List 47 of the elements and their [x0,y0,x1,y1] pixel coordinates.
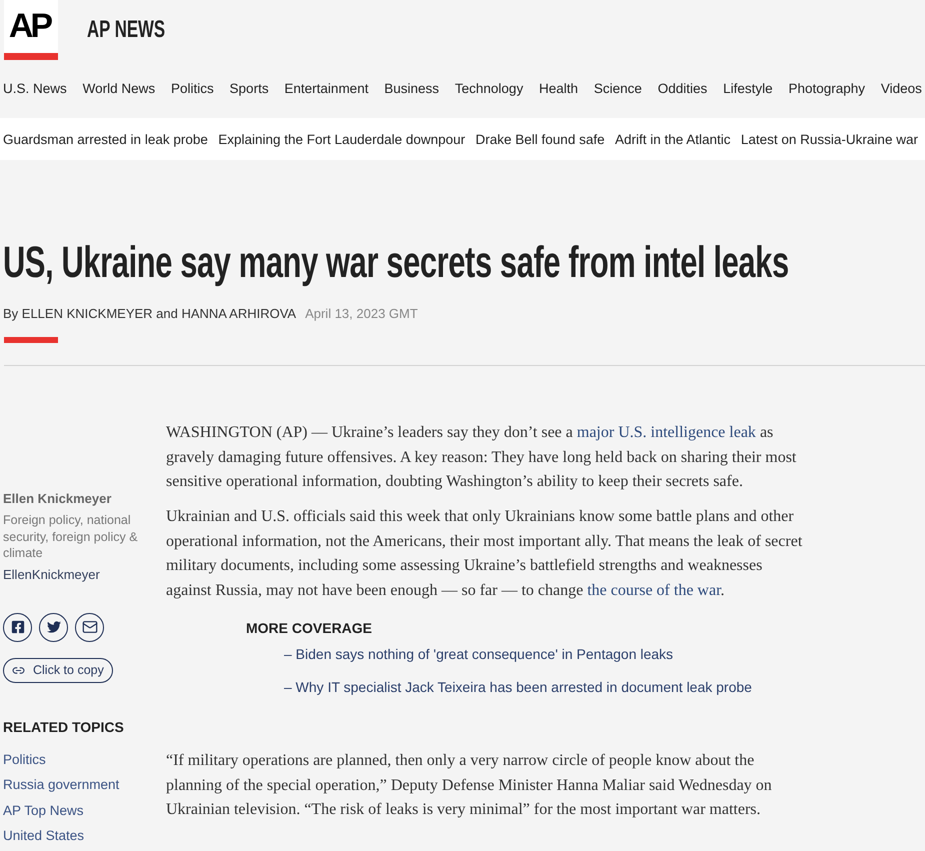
topic-link[interactable]: United States [3,823,84,849]
nav-link[interactable]: Oddities [658,80,708,96]
article-link[interactable]: major U.S. intelligence leak [576,424,756,441]
nav-link[interactable]: Politics [170,80,214,96]
author-handle[interactable]: EllenKnickmeyer [3,566,100,582]
coverage-link[interactable]: – Biden says nothing of 'great consequence' in Pentagon leaks [284,645,674,663]
nav-link[interactable]: Health [539,80,578,96]
copy-link-button[interactable]: Click to copy [3,658,113,682]
nav-link[interactable]: Science [594,80,642,96]
accent-bar [4,337,58,343]
ap-logo[interactable]: AP [4,0,58,60]
article-paragraph: WASHINGTON (AP) — Ukraine’s leaders say they don’t see a major U.S. intelligence leak as gravely damaging future offensives. A key reason: They have long held back on sharing their most sensitive operational information, doubting Washington’s ability to keep their secrets safe. [166,423,798,492]
article-paragraph: Ukrainian and U.S. officials said this week that only Ukrainians know some battle plans and other operational information, not the Americans, their most important ally. That means the leak of secret military documents, including some assessing Ukraine’s battlefield strengths and weaknesses against Russia, may not have been enough — so far — to change the course of the war. [166,507,804,600]
topic-link[interactable]: Russia government [3,772,120,798]
share-button[interactable] [75,612,104,642]
trending-link[interactable]: Drake Bell found safe [476,132,605,146]
nav-link[interactable]: Photography [788,80,866,96]
envelope-icon [82,619,98,635]
article-headline: US, Ukraine say many war secrets safe from intel leaks [3,237,789,289]
share-button[interactable] [39,612,68,642]
nav-link[interactable]: Videos [880,80,922,96]
article-paragraph: “If military operations are planned, then only a very narrow circle of people know about the planning of the special operation,” Deputy Defense Minister Hanna Maliar said Wednesday on Ukrainian television. “The risk of leaks is very minimal” for the most important war matters. [166,751,773,820]
nav-link[interactable]: Technology [454,80,524,96]
author-name: Ellen Knickmeyer [3,491,112,507]
nav-link[interactable]: Sports [230,80,269,96]
trending-link[interactable]: Guardsman arrested in leak probe [3,132,208,146]
bird-icon [46,620,60,634]
more-coverage-heading: MORE COVERAGE [246,620,374,636]
topic-link[interactable]: Politics [3,746,46,772]
facebook-icon [10,620,24,634]
coverage-link[interactable]: – Why IT specialist Jack Teixeira has been arrested in document leak probe [284,678,752,696]
related-topics-heading: RELATED TOPICS [3,718,125,734]
nav-link[interactable]: Business [384,80,440,96]
byline: By ELLEN KNICKMEYER and HANNA ARHIROVA [3,305,296,323]
publish-date: April 13, 2023 GMT [305,305,418,323]
article-link[interactable]: the course of the war [587,582,721,598]
nav-link[interactable]: Lifestyle [723,80,773,96]
share-button[interactable] [3,612,32,642]
nav-link[interactable]: World News [82,80,156,96]
nav-link[interactable]: Entertainment [284,80,368,96]
trending-link[interactable]: Latest on Russia-Ukraine war [740,132,918,146]
trending-link[interactable]: Explaining the Fort Lauderdale downpour [218,132,466,146]
nav-link[interactable]: U.S. News [3,80,67,96]
trending-link[interactable]: Adrift in the Atlantic [614,132,731,146]
site-name[interactable]: AP NEWS [87,16,166,44]
author-beat: Foreign policy, national security, foreign policy & climate [3,512,139,562]
topic-link[interactable]: AP Top News [3,798,84,824]
